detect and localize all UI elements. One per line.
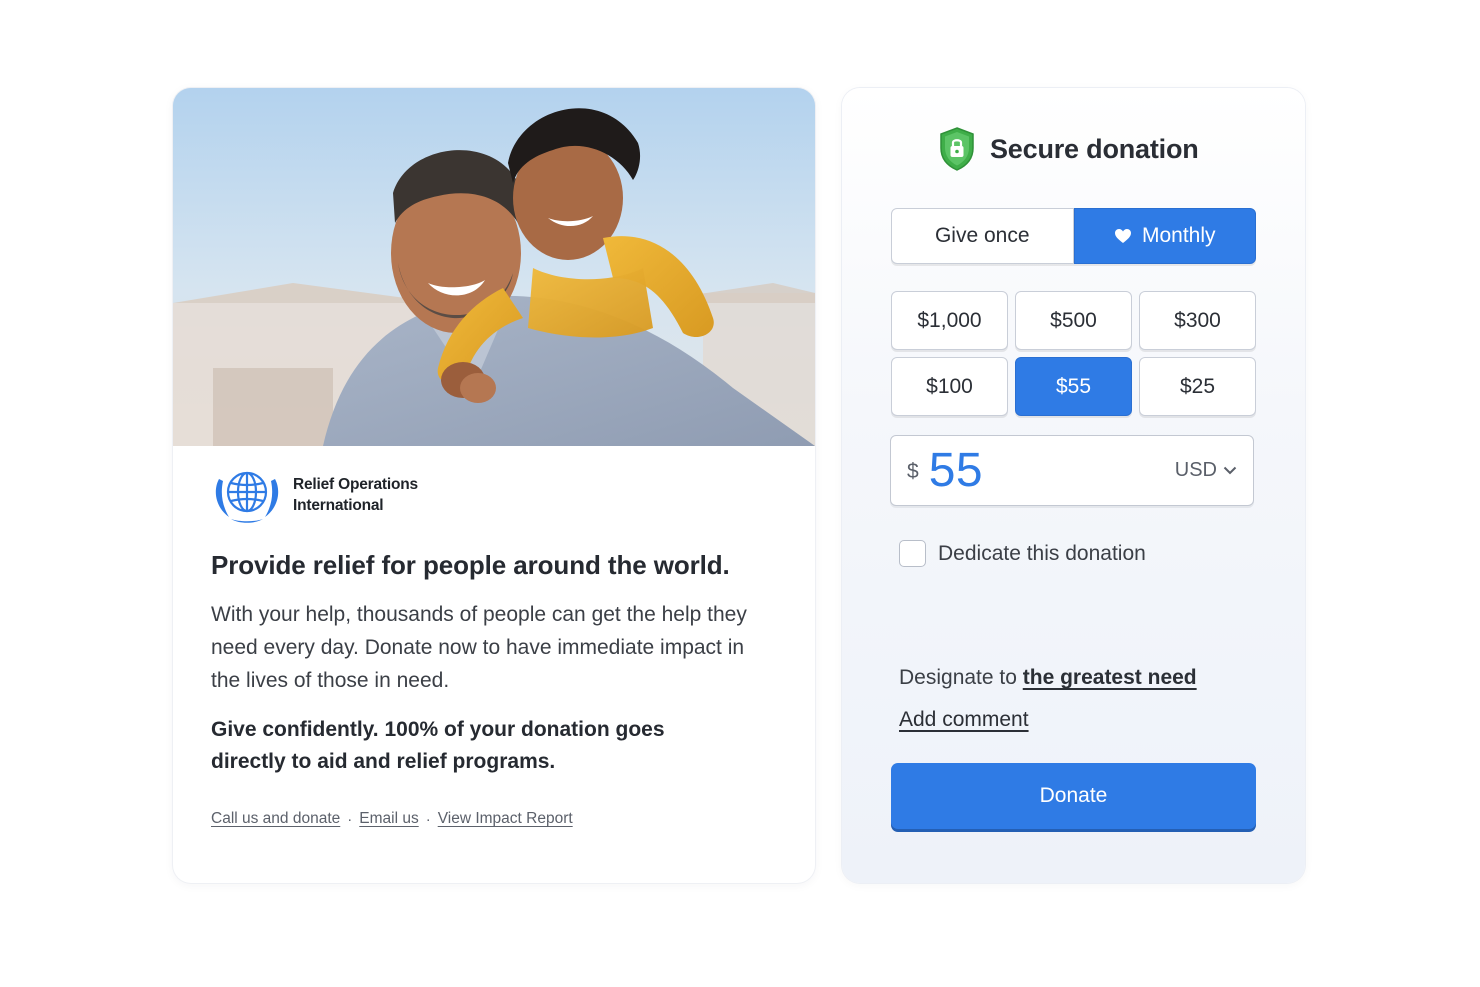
- emphasis-copy: Give confidently. 100% of your donation …: [211, 718, 665, 773]
- org-branding: Relief Operations International: [211, 465, 418, 525]
- link-separator: ·: [347, 810, 353, 828]
- heart-icon: [1114, 229, 1131, 243]
- headline: Provide relief for people around the wor…: [211, 550, 730, 580]
- dedicate-option[interactable]: Dedicate this donation: [899, 540, 1146, 567]
- body-copy: With your help, thousands of people can …: [211, 603, 747, 692]
- amount-option-1000[interactable]: $1,000: [891, 291, 1008, 350]
- donation-title: Secure donation: [990, 133, 1199, 164]
- add-comment-link[interactable]: Add comment: [899, 708, 1029, 732]
- designate-row: Designate to the greatest need: [899, 666, 1197, 690]
- amount-options: $1,000 $500 $300 $100 $55 $25: [891, 291, 1256, 416]
- call-us-link[interactable]: Call us and donate: [211, 810, 340, 828]
- currency-label: USD: [1174, 459, 1217, 481]
- currency-symbol: $: [907, 459, 919, 483]
- chevron-down-icon: [1223, 466, 1237, 475]
- hero-image: [173, 88, 815, 446]
- designate-link[interactable]: the greatest need: [1023, 666, 1197, 689]
- amount-input[interactable]: $ 55 USD: [890, 435, 1254, 506]
- dedicate-label: Dedicate this donation: [938, 541, 1146, 565]
- org-name-line2: International: [293, 497, 384, 514]
- designate-prefix: Designate to: [899, 666, 1023, 689]
- amount-value[interactable]: 55: [929, 443, 1175, 498]
- story-card: Relief Operations International Provide …: [173, 88, 815, 883]
- amount-option-500[interactable]: $500: [1015, 291, 1132, 350]
- hero-photo-illustration: [173, 88, 815, 446]
- org-name: Relief Operations International: [293, 474, 418, 516]
- donation-card: Secure donation Give once Monthly $1,000…: [842, 88, 1305, 883]
- org-name-line1: Relief Operations: [293, 476, 418, 493]
- amount-option-55[interactable]: $55: [1015, 357, 1132, 416]
- currency-select[interactable]: USD: [1175, 459, 1237, 482]
- footer-links: Call us and donate · Email us · View Imp…: [211, 810, 573, 828]
- link-separator: ·: [425, 810, 431, 828]
- amount-option-300[interactable]: $300: [1139, 291, 1256, 350]
- donation-header: Secure donation: [938, 126, 1199, 172]
- give-once-label: Give once: [934, 224, 1030, 247]
- give-once-button[interactable]: Give once: [891, 208, 1074, 264]
- dedicate-checkbox[interactable]: [899, 540, 926, 567]
- amount-option-100[interactable]: $100: [891, 357, 1008, 416]
- shield-lock-icon: [940, 127, 974, 171]
- donate-button[interactable]: Donate: [891, 763, 1256, 829]
- email-us-link[interactable]: Email us: [359, 810, 418, 828]
- impact-report-link[interactable]: View Impact Report: [438, 810, 573, 828]
- globe-laurel-icon: [215, 471, 279, 523]
- frequency-toggle: Give once Monthly: [891, 208, 1256, 264]
- monthly-button[interactable]: Monthly: [1073, 208, 1256, 264]
- amount-option-25[interactable]: $25: [1139, 357, 1256, 416]
- monthly-label: Monthly: [1141, 224, 1216, 247]
